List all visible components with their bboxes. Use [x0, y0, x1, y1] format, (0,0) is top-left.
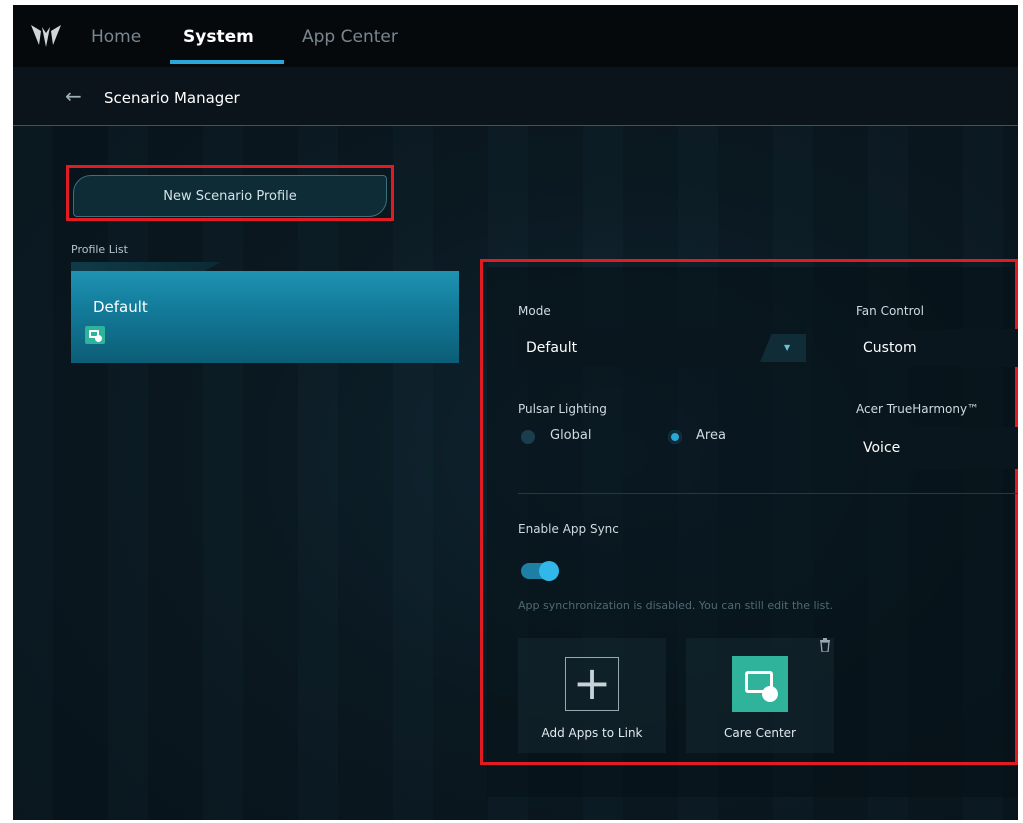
trueharmony-value: Voice: [863, 440, 901, 456]
mode-label: Mode: [518, 304, 551, 318]
radio-area[interactable]: [668, 430, 682, 444]
app-sync-label: Enable App Sync: [518, 522, 619, 536]
trueharmony-label: Acer TrueHarmony™: [856, 402, 980, 416]
care-center-label: Care Center: [724, 726, 796, 740]
add-apps-card[interactable]: + Add Apps to Link: [518, 638, 666, 753]
profile-name: Default: [93, 298, 148, 316]
fan-control-value: Custom: [863, 340, 917, 356]
pulsar-lighting-label: Pulsar Lighting: [518, 402, 607, 416]
profile-item-default[interactable]: Default: [71, 271, 459, 363]
page-title: Scenario Manager: [104, 89, 240, 107]
care-center-icon: [732, 656, 788, 712]
app-sync-toggle[interactable]: [521, 561, 559, 581]
app-sync-hint: App synchronization is disabled. You can…: [518, 599, 834, 612]
plus-icon: +: [565, 657, 619, 711]
add-apps-label: Add Apps to Link: [541, 726, 643, 740]
care-center-icon: [85, 326, 105, 344]
tab-app-center[interactable]: App Center: [302, 27, 398, 47]
mode-value: Default: [526, 340, 578, 356]
tab-home[interactable]: Home: [91, 27, 141, 47]
annotation-highlight-new-profile: [66, 165, 394, 221]
top-nav-bar: Home System App Center: [13, 5, 1018, 67]
predator-logo-icon: [31, 25, 61, 47]
section-divider: [518, 493, 1018, 494]
trash-icon[interactable]: [819, 638, 831, 652]
predator-sense-window: Home System App Center ← Scenario Manage…: [13, 5, 1018, 820]
chevron-down-icon[interactable]: ▼: [760, 334, 806, 362]
profile-list-label: Profile List: [71, 243, 128, 256]
radio-global-label: Global: [550, 428, 592, 443]
fan-control-dropdown[interactable]: Custom: [855, 329, 1018, 367]
radio-global[interactable]: [521, 430, 535, 444]
fan-control-label: Fan Control: [856, 304, 924, 318]
arrow-left-icon[interactable]: ←: [65, 86, 82, 106]
mode-dropdown[interactable]: Default ▼: [518, 329, 806, 367]
active-tab-indicator: [170, 60, 284, 64]
radio-area-label: Area: [696, 428, 726, 443]
trueharmony-dropdown[interactable]: Voice: [855, 427, 1018, 469]
tab-system[interactable]: System: [183, 27, 254, 47]
care-center-card[interactable]: Care Center: [686, 638, 834, 753]
